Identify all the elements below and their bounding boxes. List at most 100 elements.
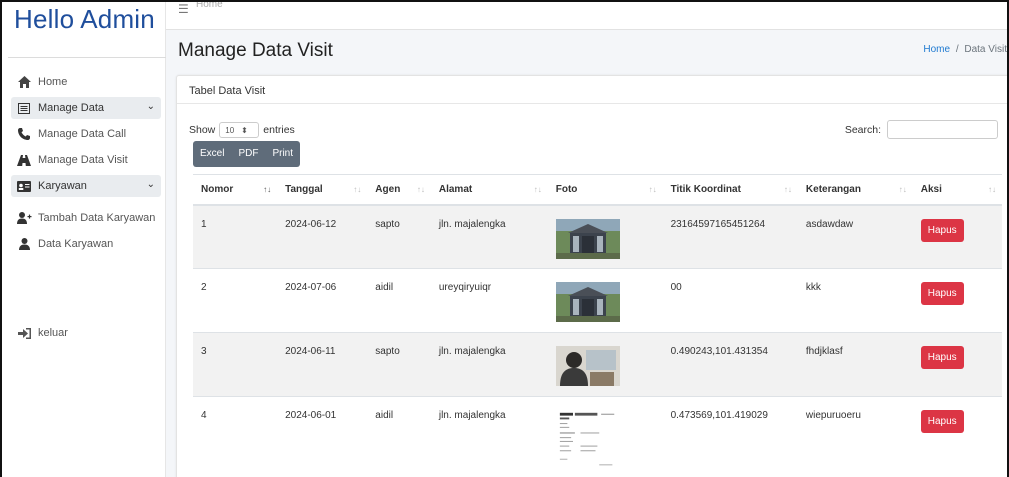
cell-agen: aidil — [367, 268, 431, 333]
main-content: ☰ Home Manage Data Visit Home / Data Vis… — [166, 2, 1007, 477]
card-title: Tabel Data Visit — [177, 76, 1007, 104]
cell-alamat: jln. majalengka — [430, 204, 548, 269]
menu-icon[interactable]: ☰ — [178, 2, 189, 16]
cell-aksi: Hapus — [912, 204, 1002, 269]
hapus-button[interactable]: Hapus — [920, 346, 964, 369]
brand-title[interactable]: Hello Admin — [14, 4, 155, 35]
sort-icon: ↑↓ — [416, 185, 425, 194]
sort-asc-icon: ↑↓ — [263, 185, 272, 194]
table-row: 2 2024-07-06 aidil ureyqiryuiqr 00 kkk H… — [193, 268, 1002, 333]
user-icon — [16, 237, 32, 251]
cell-titik-koordinat: 00 — [662, 268, 798, 333]
cell-foto — [547, 396, 663, 470]
show-label: Show — [189, 124, 216, 136]
sidebar-item-label: Manage Data Call — [38, 128, 127, 140]
document-photo-thumbnail[interactable] — [556, 410, 620, 470]
breadcrumb-current: Data Visit — [964, 44, 1007, 55]
sidebar-item-keluar[interactable]: keluar — [16, 322, 68, 344]
navbar-home-link[interactable]: Home — [196, 2, 223, 10]
breadcrumb-home-link[interactable]: Home — [923, 44, 950, 55]
cell-aksi: Hapus — [912, 332, 1002, 397]
cell-alamat: jln. majalengka — [430, 396, 548, 470]
sidebar-item-manage-data-visit[interactable]: Manage Data Visit — [16, 149, 128, 171]
user-plus-icon — [16, 211, 32, 225]
search-label: Search: — [844, 123, 881, 136]
sidebar-item-data-karyawan[interactable]: Data Karyawan — [16, 233, 113, 255]
hapus-button[interactable]: Hapus — [920, 218, 964, 242]
breadcrumb-separator: / — [955, 44, 959, 55]
cell-titik-koordinat: 23164597165451264 — [662, 204, 798, 269]
cell-nomor: 3 — [193, 332, 278, 397]
page-title: Manage Data Visit — [178, 40, 333, 61]
cell-keterangan: fhdjklasf — [797, 332, 913, 397]
cell-nomor: 1 — [193, 204, 278, 269]
sort-icon: ↑↓ — [533, 185, 542, 194]
cell-foto — [547, 268, 663, 333]
entries-select[interactable]: 10 ⬍ — [219, 122, 260, 138]
entries-select-value: 10 — [225, 125, 235, 135]
list-icon — [16, 101, 32, 115]
sidebar-item-label: Karyawan — [38, 180, 87, 192]
column-header-aksi[interactable]: Aksi ↑↓ — [912, 174, 1002, 206]
cell-titik-koordinat: 0.490243,101.431354 — [662, 332, 798, 397]
data-visit-card: Tabel Data Visit Show 10 ⬍ entries Searc… — [176, 75, 1007, 477]
sort-icon: ↑↓ — [988, 185, 996, 194]
breadcrumb: Home / Data Visit — [923, 44, 1007, 55]
sort-icon: ↑↓ — [353, 185, 362, 194]
column-header-titik-koordinat[interactable]: Titik Koordinat ↑↓ — [662, 174, 798, 206]
sort-icon: ↑↓ — [648, 185, 657, 194]
cell-agen: sapto — [367, 332, 431, 397]
building-photo-thumbnail[interactable] — [555, 218, 620, 259]
sidebar-item-label: Home — [38, 76, 68, 88]
entries-label: entries — [263, 124, 295, 136]
person-photo-thumbnail[interactable] — [555, 346, 620, 386]
print-button[interactable]: Print — [265, 141, 301, 167]
table-row: 1 2024-06-12 sapto jln. majalengka 23164… — [193, 204, 1002, 269]
phone-icon — [16, 127, 32, 141]
road-icon — [16, 153, 32, 167]
sidebar-item-label: Data Karyawan — [38, 238, 114, 250]
cell-agen: sapto — [367, 204, 431, 269]
table-row: 4 2024-06-01 aidil jln. majalengka 0.473… — [193, 396, 1002, 470]
sidebar-item-manage-data-call[interactable]: Manage Data Call — [16, 123, 126, 145]
column-header-nomor[interactable]: Nomor ↑↓ — [193, 174, 278, 206]
cell-alamat: ureyqiryuiqr — [430, 268, 548, 333]
sidebar-item-tambah-data-karyawan[interactable]: Tambah Data Karyawan — [16, 207, 155, 229]
hapus-button[interactable]: Hapus — [920, 410, 964, 433]
sidebar-item-label: keluar — [38, 327, 68, 339]
building-photo-thumbnail[interactable] — [555, 282, 620, 322]
cell-alamat: jln. majalengka — [430, 332, 548, 397]
sidebar-item-home[interactable]: Home — [16, 71, 67, 93]
column-header-foto[interactable]: Foto ↑↓ — [547, 174, 663, 206]
cell-nomor: 4 — [193, 396, 278, 470]
cell-keterangan: kkk — [797, 268, 913, 333]
top-navbar: ☰ Home — [166, 2, 1007, 30]
column-header-keterangan[interactable]: Keterangan ↑↓ — [797, 174, 913, 206]
cell-foto — [547, 204, 663, 269]
cell-tanggal: 2024-07-06 — [277, 268, 368, 333]
cell-tanggal: 2024-06-12 — [277, 204, 368, 269]
sidebar-item-label: Manage Data — [38, 102, 105, 114]
cell-tanggal: 2024-06-01 — [277, 396, 368, 470]
excel-button[interactable]: Excel — [193, 141, 232, 167]
column-header-tanggal[interactable]: Tanggal ↑↓ — [277, 174, 368, 206]
search-input[interactable] — [887, 120, 998, 139]
sidebar-item-label: Manage Data Visit — [38, 154, 128, 166]
table-header-row: Nomor ↑↓ Tanggal ↑↓ Agen ↑↓ Alamat ↑↓ Foto ↑↓… — [193, 174, 1002, 206]
sort-icon: ↑↓ — [898, 185, 907, 194]
cell-keterangan: asdawdaw — [797, 204, 913, 269]
export-button-group: Excel PDF Print — [193, 141, 301, 167]
hapus-button[interactable]: Hapus — [920, 282, 964, 305]
pdf-button[interactable]: PDF — [231, 141, 266, 167]
sidebar-item-manage-data[interactable]: Manage Data ⌄ — [11, 97, 161, 119]
cell-aksi: Hapus — [912, 396, 1002, 470]
column-header-alamat[interactable]: Alamat ↑↓ — [430, 174, 548, 206]
table-row: 3 2024-06-11 sapto jln. majalengka 0.490… — [193, 332, 1002, 397]
sidebar: Hello Admin Home Manage Data ⌄ Manage Da… — [8, 2, 166, 477]
column-header-agen[interactable]: Agen ↑↓ — [367, 174, 431, 206]
select-arrows-icon: ⬍ — [241, 125, 248, 135]
sidebar-item-karyawan[interactable]: Karyawan ⌄ — [11, 175, 161, 197]
chevron-down-icon: ⌄ — [146, 179, 155, 190]
cell-aksi: Hapus — [912, 268, 1002, 333]
cell-nomor: 2 — [193, 268, 278, 333]
